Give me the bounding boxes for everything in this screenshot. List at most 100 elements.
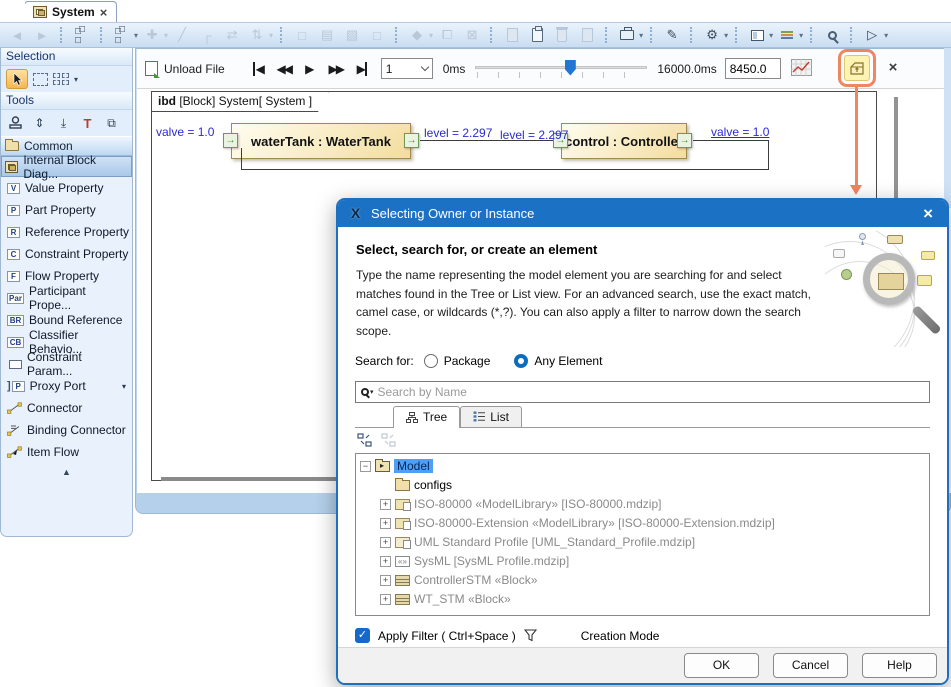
chevron-down-icon[interactable]: ▾ bbox=[74, 75, 78, 84]
apply-filter-checkbox[interactable]: ✓ bbox=[355, 628, 370, 643]
edit-note-icon[interactable]: ✎ bbox=[661, 25, 683, 45]
palette-item-label: Part Property bbox=[25, 203, 96, 217]
palette-item-constraint-parameter[interactable]: Constraint Param... bbox=[1, 353, 132, 375]
time-field[interactable] bbox=[725, 58, 781, 79]
tab-system[interactable]: System × bbox=[24, 1, 117, 22]
search-for-label: Search for: bbox=[355, 354, 414, 368]
connector-valve-c[interactable] bbox=[241, 169, 769, 170]
palette-item-part-property[interactable]: P Part Property bbox=[1, 199, 132, 221]
tree-item-configs[interactable]: configs bbox=[360, 476, 925, 495]
radio-any-element[interactable]: Any Element bbox=[514, 354, 602, 368]
forward-icon[interactable]: ► bbox=[31, 25, 53, 45]
chevron-down-icon[interactable]: ▾ bbox=[884, 31, 888, 40]
back-icon[interactable]: ◄ bbox=[6, 25, 28, 45]
tree-item-iso80000-extension[interactable]: + ISO-80000-Extension «ModelLibrary» [IS… bbox=[360, 514, 925, 533]
search-input[interactable] bbox=[378, 385, 924, 399]
marquee-select-icon[interactable] bbox=[33, 73, 48, 86]
stamp-tool-icon[interactable] bbox=[6, 114, 25, 132]
speed-combobox[interactable]: 1 bbox=[381, 58, 433, 79]
help-button[interactable]: Help bbox=[862, 653, 937, 678]
text-tool-icon[interactable]: T bbox=[78, 114, 97, 132]
expand-expander-icon[interactable]: + bbox=[380, 518, 391, 529]
tree-item-uml-standard-profile[interactable]: + UML Standard Profile [UML_Standard_Pro… bbox=[360, 533, 925, 552]
step-to-start-button[interactable]: ◀ bbox=[245, 62, 271, 76]
expand-selection-icon[interactable] bbox=[357, 433, 373, 447]
radio-off-icon[interactable] bbox=[424, 354, 438, 368]
tree-item-sysml[interactable]: + «» SysML [SysML Profile.mdzip] bbox=[360, 552, 925, 571]
containment-tree-icon[interactable] bbox=[71, 25, 93, 45]
palette-section-internal-block-diagram[interactable]: Internal Block Diag... bbox=[1, 156, 132, 177]
tab-tree[interactable]: Tree bbox=[393, 406, 460, 428]
block-watertank[interactable]: waterTank : WaterTank bbox=[231, 123, 411, 159]
dialog-title-bar[interactable]: X Selecting Owner or Instance × bbox=[338, 200, 947, 227]
tree-item-wtstm[interactable]: + WT_STM «Block» bbox=[360, 590, 925, 609]
radio-package[interactable]: Package bbox=[424, 354, 491, 368]
port-watertank-in[interactable]: → bbox=[223, 133, 238, 148]
expand-expander-icon[interactable]: + bbox=[380, 594, 391, 605]
palette-item-constraint-property[interactable]: C Constraint Property bbox=[1, 243, 132, 265]
folder-icon bbox=[395, 480, 410, 491]
diagram-hierarchy-icon[interactable] bbox=[111, 25, 133, 45]
validation-icon[interactable] bbox=[616, 25, 638, 45]
tree-view-icon bbox=[406, 412, 418, 423]
connector-valve-b[interactable] bbox=[768, 140, 769, 170]
palette-item-participant-property[interactable]: Par Participant Prope... bbox=[1, 287, 132, 309]
chevron-down-icon[interactable]: ▾ bbox=[724, 31, 728, 40]
tree-item-model[interactable]: − Model bbox=[360, 457, 925, 476]
legend-list-icon[interactable] bbox=[776, 25, 798, 45]
cursor-tool-button[interactable] bbox=[6, 69, 28, 89]
rewind-button[interactable]: ◀◀ bbox=[271, 62, 297, 76]
palette-item-proxy-port[interactable]: ]P Proxy Port ▾ bbox=[1, 375, 132, 397]
multi-select-icon[interactable] bbox=[53, 73, 69, 86]
collapse-expander-icon[interactable]: − bbox=[360, 461, 371, 472]
expand-expander-icon[interactable]: + bbox=[380, 499, 391, 510]
paste-icon[interactable] bbox=[526, 25, 548, 45]
window-layout-icon[interactable] bbox=[746, 25, 768, 45]
chevron-down-icon[interactable]: ▾ bbox=[134, 31, 138, 40]
expand-expander-icon[interactable]: + bbox=[380, 537, 391, 548]
compress-icon[interactable]: ⤓ bbox=[54, 114, 73, 132]
palette-item-connector[interactable]: Connector bbox=[1, 397, 132, 419]
chevron-down-icon[interactable]: ▾ bbox=[639, 31, 643, 40]
creation-mode-label[interactable]: Creation Mode bbox=[581, 629, 660, 643]
structure-map-icon[interactable]: ⧉ bbox=[102, 114, 121, 132]
simulation-close-icon[interactable]: × bbox=[883, 59, 903, 76]
ibd-diagram-icon bbox=[33, 6, 47, 18]
tree-item-iso80000[interactable]: + ISO-80000 «ModelLibrary» [ISO-80000.md… bbox=[360, 495, 925, 514]
expand-expander-icon[interactable]: + bbox=[380, 575, 391, 586]
settings-gear-icon[interactable]: ⚙ bbox=[701, 25, 723, 45]
tab-list[interactable]: List bbox=[460, 406, 522, 427]
dialog-close-icon[interactable]: × bbox=[919, 205, 937, 222]
fast-forward-button[interactable]: ▶▶ bbox=[323, 62, 349, 76]
connector-valve-d[interactable] bbox=[241, 148, 242, 169]
palette-item-reference-property[interactable]: R Reference Property bbox=[1, 221, 132, 243]
connector-valve-a[interactable] bbox=[693, 140, 769, 141]
port-watertank-out[interactable]: → bbox=[404, 133, 419, 148]
expand-expander-icon[interactable]: + bbox=[380, 556, 391, 567]
palette-item-item-flow[interactable]: Item Flow bbox=[1, 441, 132, 463]
step-to-end-button[interactable]: ▶ bbox=[349, 62, 375, 76]
time-slider[interactable] bbox=[475, 58, 647, 80]
cancel-button[interactable]: Cancel bbox=[773, 653, 848, 678]
search-icon[interactable] bbox=[821, 25, 843, 45]
vertical-distribute-icon[interactable]: ⇕ bbox=[30, 114, 49, 132]
unload-file-button[interactable]: Unload File bbox=[164, 62, 225, 76]
run-simulation-icon[interactable]: ▷ bbox=[861, 25, 883, 45]
block-control[interactable]: control : Controller bbox=[561, 123, 687, 159]
chevron-down-icon[interactable]: ▾ bbox=[769, 31, 773, 40]
tab-close-icon[interactable]: × bbox=[100, 6, 108, 19]
radio-on-icon[interactable] bbox=[514, 354, 528, 368]
ok-button[interactable]: OK bbox=[684, 653, 759, 678]
play-button[interactable]: ▶ bbox=[297, 62, 323, 76]
port-control-out[interactable]: → bbox=[677, 133, 692, 148]
palette-item-binding-connector[interactable]: Binding Connector bbox=[1, 419, 132, 441]
chevron-down-icon[interactable]: ▾ bbox=[370, 388, 374, 396]
chart-grid-icon[interactable] bbox=[791, 59, 812, 79]
model-tree[interactable]: − Model configs + ISO-80000 «ModelLibrar… bbox=[355, 453, 930, 616]
tree-item-controllerstm[interactable]: + ControllerSTM «Block» bbox=[360, 571, 925, 590]
filter-funnel-icon[interactable] bbox=[524, 629, 537, 642]
search-field[interactable]: ▾ bbox=[355, 381, 930, 403]
chevron-down-icon[interactable]: ▾ bbox=[122, 382, 126, 391]
chevron-down-icon[interactable]: ▾ bbox=[799, 31, 803, 40]
palette-collapse-button[interactable]: ▲ bbox=[1, 463, 132, 481]
